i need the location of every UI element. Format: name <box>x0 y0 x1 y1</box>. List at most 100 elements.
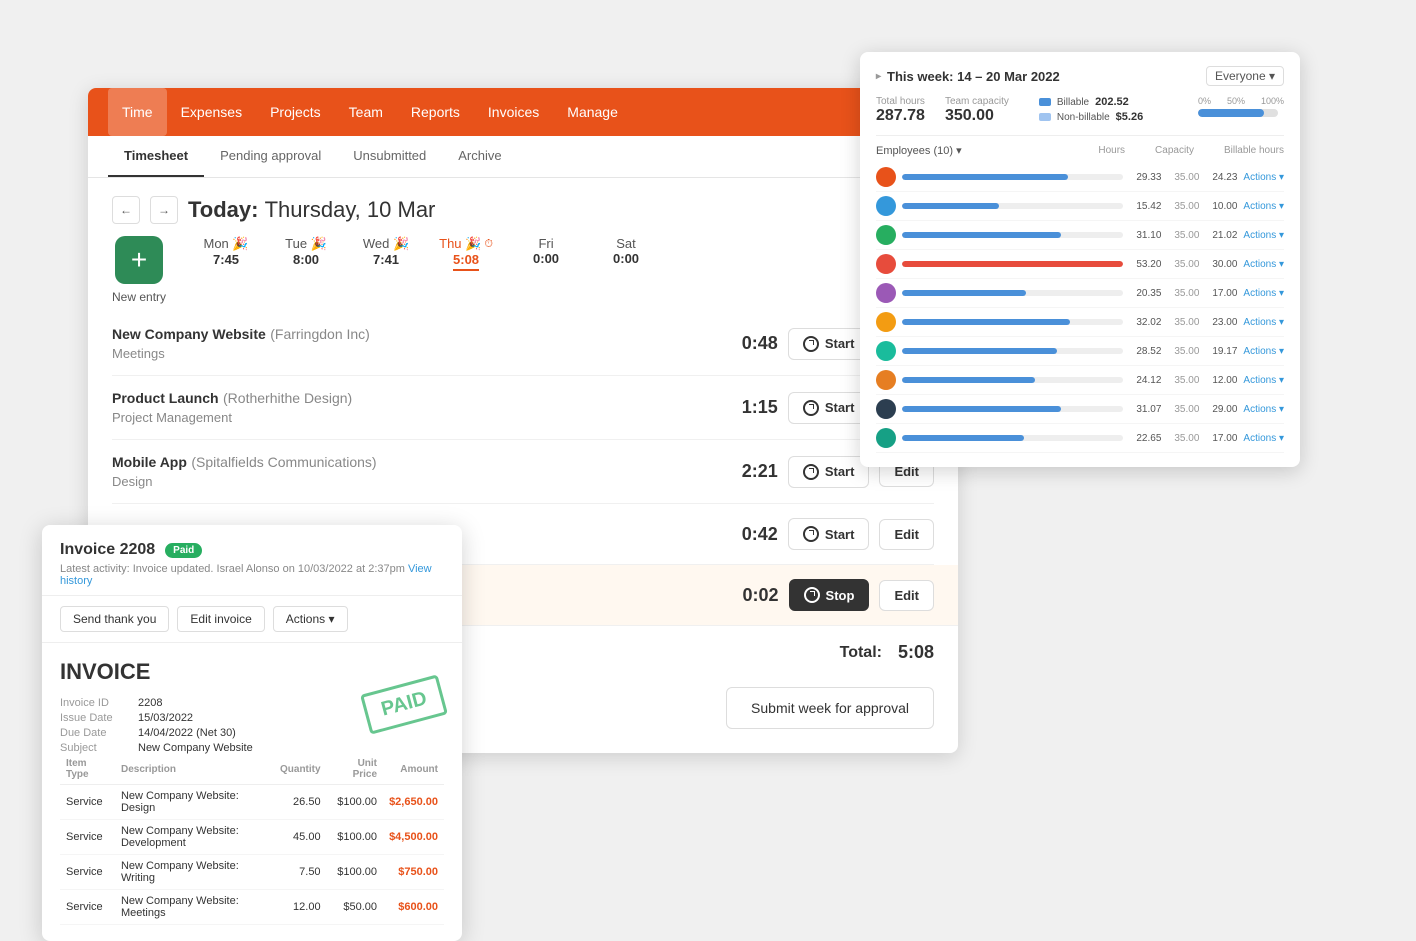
nav-reports[interactable]: Reports <box>397 88 474 136</box>
day-tue-name: Tue 🎉 <box>285 236 327 252</box>
capacity-bar-fill <box>902 435 1024 441</box>
actions-link[interactable]: Actions ▾ <box>1243 288 1284 299</box>
employee-billable: 24.23 <box>1205 172 1237 183</box>
issue-date-value: 15/03/2022 <box>138 712 193 724</box>
entry-time: 0:48 <box>723 333 778 354</box>
actions-link[interactable]: Actions ▾ <box>1243 259 1284 270</box>
inv-type: Service <box>60 820 115 855</box>
entry-client: (Rotherhithe Design) <box>223 390 352 406</box>
actions-link[interactable]: Actions ▾ <box>1243 404 1284 415</box>
employee-hours: 15.42 <box>1129 201 1161 212</box>
employee-row: 53.20 35.00 30.00 Actions ▾ <box>876 250 1284 279</box>
reports-everyone-dropdown[interactable]: Everyone ▾ <box>1206 66 1284 86</box>
actions-link[interactable]: Actions ▾ <box>1243 346 1284 357</box>
actions-link[interactable]: Actions ▾ <box>1243 375 1284 386</box>
stat-team-capacity-value: 350.00 <box>945 107 1009 125</box>
actions-link[interactable]: Actions ▾ <box>1243 230 1284 241</box>
submit-week-button[interactable]: Submit week for approval <box>726 687 934 729</box>
reports-panel: ▸ This week: 14 – 20 Mar 2022 Everyone ▾… <box>860 52 1300 467</box>
employee-row: 31.07 35.00 29.00 Actions ▾ <box>876 395 1284 424</box>
start-button-0[interactable]: Start <box>788 328 870 360</box>
billable-value: 202.52 <box>1095 96 1129 108</box>
subnav-archive[interactable]: Archive <box>442 136 517 177</box>
col-billable: Billable hours <box>1224 145 1284 156</box>
employee-capacity: 35.00 <box>1167 201 1199 212</box>
entry-row: Product Launch (Rotherhithe Design) Proj… <box>112 376 934 440</box>
day-sat[interactable]: Sat 0:00 <box>586 236 666 266</box>
day-fri[interactable]: Fri 0:00 <box>506 236 586 266</box>
inv-type: Service <box>60 855 115 890</box>
start-button-2[interactable]: Start <box>788 456 870 488</box>
employee-billable: 12.00 <box>1205 375 1237 386</box>
capacity-bar-bg <box>902 203 1123 209</box>
entry-task: Design <box>112 474 723 489</box>
invoice-table-row: Service New Company Website: Development… <box>60 820 444 855</box>
new-entry-button[interactable]: + New entry <box>112 236 166 304</box>
billable-legend-color <box>1039 98 1051 106</box>
subnav-pending[interactable]: Pending approval <box>204 136 337 177</box>
nav-invoices[interactable]: Invoices <box>474 88 553 136</box>
subnav-unsubmitted[interactable]: Unsubmitted <box>337 136 442 177</box>
employee-hours: 32.02 <box>1129 317 1161 328</box>
avatar <box>876 341 896 361</box>
employee-row: 20.35 35.00 17.00 Actions ▾ <box>876 279 1284 308</box>
nav-manage[interactable]: Manage <box>553 88 632 136</box>
subject-value: New Company Website <box>138 742 253 754</box>
employee-hours: 31.07 <box>1129 404 1161 415</box>
capacity-bar-bg <box>902 377 1123 383</box>
day-wed[interactable]: Wed 🎉 7:41 <box>346 236 426 267</box>
date-header: ← → Today: Thursday, 10 Mar <box>88 178 958 236</box>
entry-time: 1:15 <box>723 397 778 418</box>
capacity-bar-fill <box>902 261 1123 267</box>
capacity-bar-fill <box>902 406 1061 412</box>
nav-projects[interactable]: Projects <box>256 88 335 136</box>
entry-time: 0:42 <box>723 524 778 545</box>
nav-time[interactable]: Time <box>108 88 167 136</box>
actions-dropdown-button[interactable]: Actions ▾ <box>273 606 348 632</box>
inv-amount: $750.00 <box>383 855 444 890</box>
subnav-timesheet[interactable]: Timesheet <box>108 136 204 177</box>
send-thankyou-button[interactable]: Send thank you <box>60 606 169 632</box>
avatar <box>876 283 896 303</box>
day-tue[interactable]: Tue 🎉 8:00 <box>266 236 346 267</box>
employees-dropdown[interactable]: Employees (10) ▾ <box>876 144 962 157</box>
actions-link[interactable]: Actions ▾ <box>1243 317 1284 328</box>
capacity-bar-fill <box>902 319 1070 325</box>
nav-team[interactable]: Team <box>335 88 397 136</box>
inv-type: Service <box>60 890 115 925</box>
employee-hours: 31.10 <box>1129 230 1161 241</box>
start-button-1[interactable]: Start <box>788 392 870 424</box>
day-mon[interactable]: Mon 🎉 7:45 <box>186 236 266 267</box>
edit-button-4[interactable]: Edit <box>879 580 934 611</box>
employee-billable: 21.02 <box>1205 230 1237 241</box>
inv-desc: New Company Website: Design <box>115 785 274 820</box>
nav-expenses[interactable]: Expenses <box>167 88 256 136</box>
entry-info: New Company Website (Farringdon Inc) Mee… <box>112 326 723 361</box>
entry-project: Mobile App <box>112 454 187 470</box>
avatar <box>876 370 896 390</box>
day-thu-name: Thu 🎉 ⏱ <box>439 236 493 252</box>
actions-link[interactable]: Actions ▾ <box>1243 433 1284 444</box>
day-mon-hours: 7:45 <box>213 252 239 267</box>
actions-link[interactable]: Actions ▾ <box>1243 201 1284 212</box>
capacity-bar-bg <box>902 232 1123 238</box>
reports-header: ▸ This week: 14 – 20 Mar 2022 Everyone ▾ <box>876 66 1284 86</box>
actions-link[interactable]: Actions ▾ <box>1243 172 1284 183</box>
entry-time: 2:21 <box>723 461 778 482</box>
stop-button[interactable]: Stop <box>789 579 870 611</box>
day-tue-hours: 8:00 <box>293 252 319 267</box>
stat-team-capacity-label: Team capacity <box>945 96 1009 107</box>
day-thu[interactable]: Thu 🎉 ⏱ 5:08 <box>426 236 506 271</box>
next-week-button[interactable]: → <box>150 196 178 224</box>
edit-invoice-button[interactable]: Edit invoice <box>177 606 264 632</box>
inv-qty: 7.50 <box>274 855 327 890</box>
edit-button-3[interactable]: Edit <box>879 519 934 550</box>
prev-week-button[interactable]: ← <box>112 196 140 224</box>
invoice-table-row: Service New Company Website: Writing 7.5… <box>60 855 444 890</box>
invoice-activity: Latest activity: Invoice updated. Israel… <box>60 563 444 587</box>
employee-capacity: 35.00 <box>1167 259 1199 270</box>
avatar <box>876 167 896 187</box>
inv-price: $100.00 <box>327 855 383 890</box>
paid-badge: Paid <box>165 543 202 558</box>
start-button-3[interactable]: Start <box>788 518 870 550</box>
